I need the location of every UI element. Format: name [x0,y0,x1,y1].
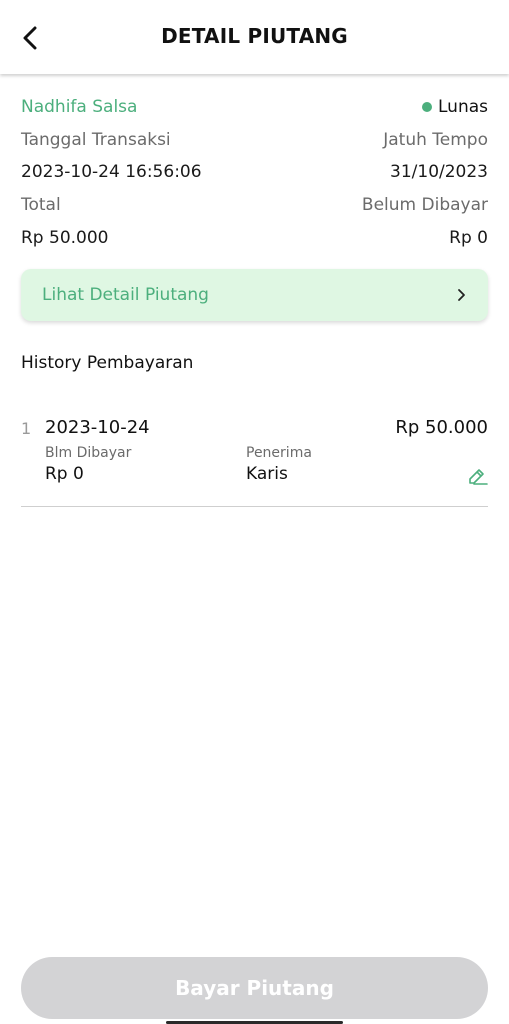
payment-unpaid-value: Rp 0 [45,464,84,484]
date-labels-row: Tanggal Transaksi Jatuh Tempo [21,129,488,151]
payment-receiver-value: Karis [246,464,288,484]
due-date-value: 31/10/2023 [390,162,488,182]
transaction-date-value: 2023-10-24 16:56:06 [21,162,202,182]
pay-debt-button[interactable]: Bayar Piutang [21,957,488,1019]
view-debt-detail-button[interactable]: Lihat Detail Piutang [21,269,488,321]
unpaid-label: Belum Dibayar [361,195,488,215]
page-title: DETAIL PIUTANG [161,24,348,48]
payment-date: 2023-10-24 [45,417,150,438]
total-value: Rp 50.000 [21,228,109,248]
unpaid-value: Rp 0 [449,228,488,248]
pencil-edit-icon [469,469,488,485]
view-debt-detail-label: Lihat Detail Piutang [42,285,209,305]
payment-history-item: 1 2023-10-24 Rp 50.000 Blm Dibayar Rp 0 … [21,414,488,507]
payment-unpaid-label: Blm Dibayar [45,445,132,461]
payment-amount: Rp 50.000 [395,417,488,438]
edit-payment-button[interactable] [466,464,488,486]
customer-name: Nadhifa Salsa [21,97,138,117]
status-label: Lunas [438,97,488,117]
payment-receiver-label: Penerima [246,445,312,461]
total-label: Total [21,195,61,215]
date-values-row: 2023-10-24 16:56:06 31/10/2023 [21,161,488,183]
status-dot-icon [422,102,432,112]
customer-row: Nadhifa Salsa Lunas [21,96,488,118]
chevron-right-icon [458,289,465,301]
due-date-label: Jatuh Tempo [383,130,488,150]
payment-history-title: History Pembayaran [21,353,194,373]
amount-values-row: Rp 50.000 Rp 0 [21,227,488,249]
app-header: DETAIL PIUTANG [0,0,509,74]
transaction-date-label: Tanggal Transaksi [21,130,171,150]
amount-labels-row: Total Belum Dibayar [21,194,488,216]
payment-index: 1 [21,419,32,438]
status-badge: Lunas [422,96,488,118]
